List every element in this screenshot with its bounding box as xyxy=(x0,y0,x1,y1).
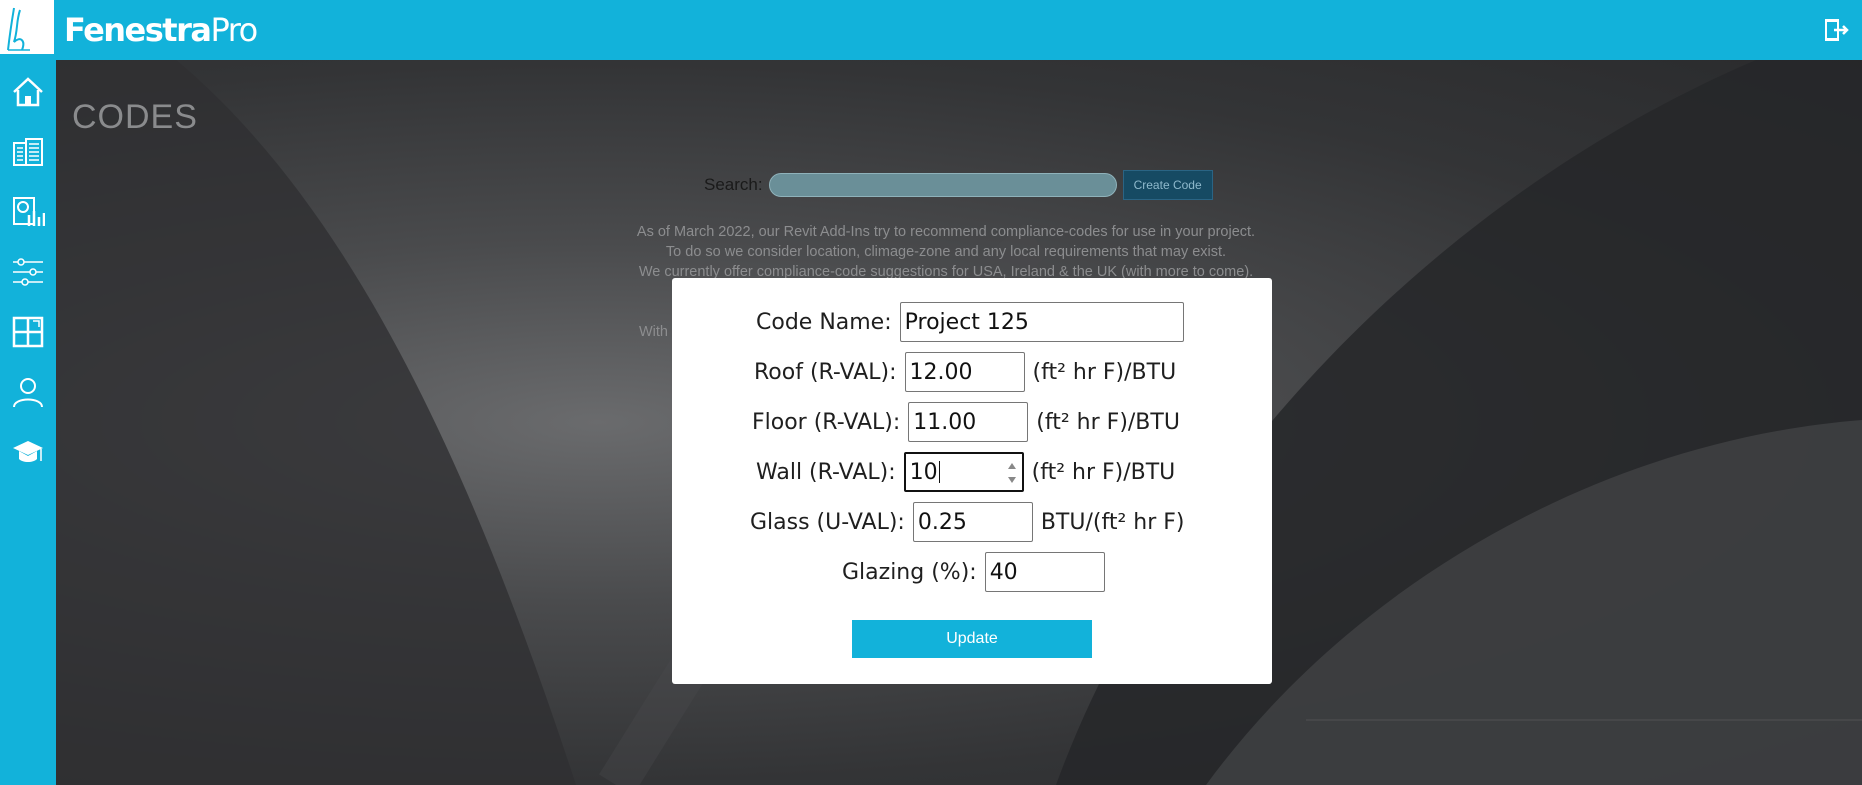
glass-unit: BTU/(ft² hr F) xyxy=(1040,509,1185,535)
reports-icon[interactable] xyxy=(8,192,48,232)
create-code-button[interactable]: Create Code xyxy=(1122,170,1213,200)
code-name-row: Code Name: Project 125 xyxy=(756,302,1184,342)
roof-unit: (ft² hr F)/BTU xyxy=(1032,359,1177,385)
code-name-label: Code Name: xyxy=(756,309,892,335)
user-icon[interactable] xyxy=(8,372,48,412)
glass-input[interactable]: 0.25 xyxy=(912,502,1033,542)
wall-label: Wall (R-VAL): xyxy=(756,459,896,485)
glass-row: Glass (U-VAL): 0.25 BTU/(ft² hr F) xyxy=(750,502,1185,542)
wall-input[interactable]: 10 xyxy=(903,452,1024,492)
glazing-row: Glazing (%): 40 xyxy=(842,552,1105,592)
info-line: As of March 2022, our Revit Add-Ins try … xyxy=(636,224,1256,240)
search-row: Search: Create Code xyxy=(704,168,1213,202)
floor-row: Floor (R-VAL): 11.00 (ft² hr F)/BTU xyxy=(752,402,1180,442)
info-with-text: With xyxy=(639,324,668,340)
settings-sliders-icon[interactable] xyxy=(8,252,48,292)
brand-name-bold: Fenestra xyxy=(64,11,212,49)
floor-unit: (ft² hr F)/BTU xyxy=(1036,409,1180,435)
roof-row: Roof (R-VAL): 12.00 (ft² hr F)/BTU xyxy=(754,352,1176,392)
search-label: Search: xyxy=(704,175,763,194)
page-title: CODES xyxy=(72,98,198,136)
search-input[interactable] xyxy=(768,173,1117,197)
brand-name-light: Pro xyxy=(210,11,258,49)
number-spinner-icon[interactable] xyxy=(1006,459,1018,487)
brand-name: FenestraPro xyxy=(64,6,258,54)
floor-input[interactable]: 11.00 xyxy=(908,402,1029,442)
buildings-icon[interactable] xyxy=(8,132,48,172)
glazing-input[interactable]: 40 xyxy=(984,552,1105,592)
windows-icon[interactable] xyxy=(8,312,48,352)
home-icon[interactable] xyxy=(8,72,48,112)
info-text: As of March 2022, our Revit Add-Ins try … xyxy=(596,222,1296,282)
roof-label: Roof (R-VAL): xyxy=(754,359,897,385)
fenestra-logo-icon xyxy=(7,7,30,51)
top-bar: FenestraPro xyxy=(0,0,1862,60)
graduation-cap-icon[interactable] xyxy=(8,432,48,472)
info-line: To do so we consider location, climage-z… xyxy=(665,244,1227,260)
glazing-label: Glazing (%): xyxy=(842,559,977,585)
sidebar xyxy=(0,60,56,785)
edit-code-modal: Code Name: Project 125 Roof (R-VAL): 12.… xyxy=(672,278,1272,684)
floor-label: Floor (R-VAL): xyxy=(752,409,901,435)
wall-input-value: 10 xyxy=(909,459,938,485)
brand-logo[interactable] xyxy=(0,0,54,54)
exit-icon[interactable] xyxy=(1822,16,1850,44)
code-name-input[interactable]: Project 125 xyxy=(899,302,1184,342)
glass-label: Glass (U-VAL): xyxy=(750,509,905,535)
update-button[interactable]: Update xyxy=(852,620,1092,658)
wall-row: Wall (R-VAL): 10 (ft² hr F)/BTU xyxy=(756,452,1175,492)
wall-unit: (ft² hr F)/BTU xyxy=(1031,459,1176,485)
roof-input[interactable]: 12.00 xyxy=(904,352,1025,392)
text-cursor xyxy=(938,461,940,483)
